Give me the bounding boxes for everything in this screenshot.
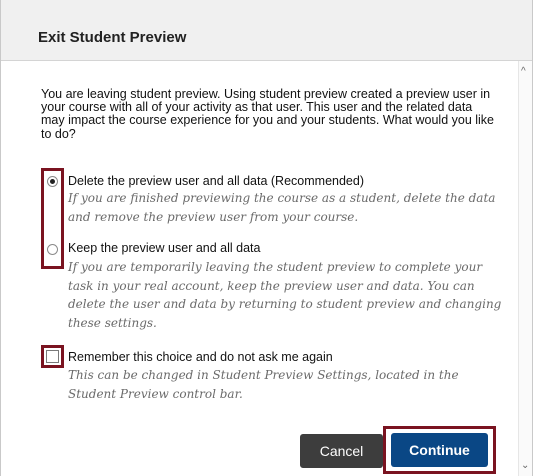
delete-preview-description: If you are finished previewing the cours… — [68, 191, 496, 224]
continue-button[interactable]: Continue — [391, 433, 488, 467]
remember-choice-checkbox[interactable] — [46, 350, 59, 363]
scroll-up-arrow-icon[interactable]: ^ — [521, 67, 526, 77]
remember-choice-description: This can be changed in Student Preview S… — [68, 368, 459, 401]
cancel-button[interactable]: Cancel — [300, 434, 383, 468]
dialog-body: You are leaving student preview. Using s… — [1, 61, 532, 476]
dialog-title: Exit Student Preview — [38, 29, 187, 46]
dialog-header: Exit Student Preview — [1, 0, 532, 61]
keep-preview-label[interactable]: Keep the preview user and all data — [68, 241, 261, 255]
exit-student-preview-dialog: Exit Student Preview You are leaving stu… — [0, 0, 533, 476]
dialog-scrollbar[interactable]: ^ ⌄ — [518, 61, 532, 476]
continue-highlight-box: Continue — [383, 426, 496, 474]
keep-preview-description: If you are temporarily leaving the stude… — [68, 260, 502, 330]
delete-preview-radio[interactable] — [47, 176, 58, 187]
delete-preview-label[interactable]: Delete the preview user and all data (Re… — [68, 174, 364, 188]
intro-text: You are leaving student preview. Using s… — [41, 87, 495, 141]
scroll-down-arrow-icon[interactable]: ⌄ — [521, 461, 529, 471]
remember-choice-label[interactable]: Remember this choice and do not ask me a… — [68, 350, 333, 364]
keep-preview-radio[interactable] — [47, 244, 58, 255]
